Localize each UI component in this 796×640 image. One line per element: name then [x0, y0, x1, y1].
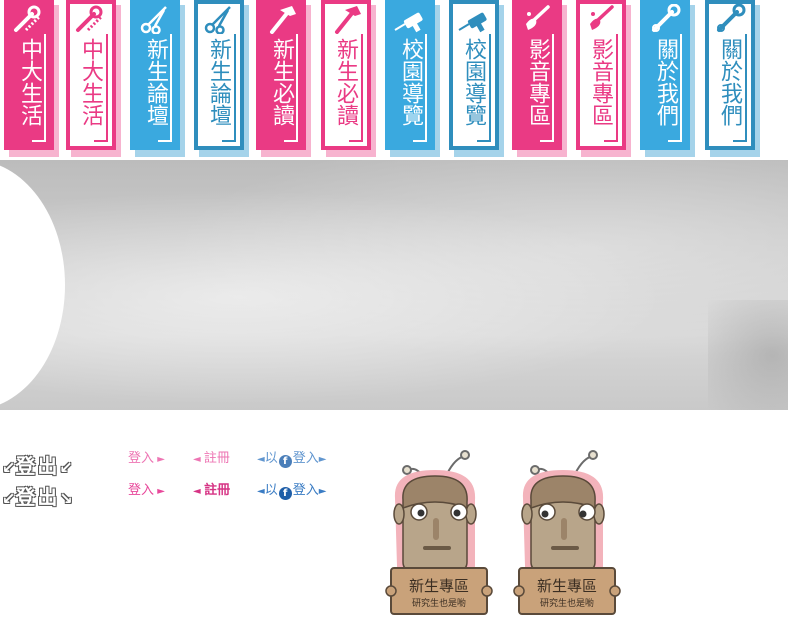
nav-tab-label: 影音專區	[525, 38, 550, 126]
banner-white-arc	[0, 160, 65, 410]
hero-banner	[0, 160, 788, 410]
scissors-icon	[204, 6, 231, 34]
scissors-icon	[140, 6, 167, 34]
nav-tab-label: 新生必讀	[333, 38, 358, 126]
nav-tab-label: 新生論壇	[143, 38, 168, 126]
freshman-zone-mascot[interactable]: 新生專區 研究生也是喲	[385, 448, 495, 620]
spanner-icon	[717, 4, 746, 32]
drill-icon	[394, 12, 423, 33]
robot-mascot-image: 新生專區 研究生也是喲	[513, 450, 621, 615]
paintbrush-icon	[526, 5, 550, 30]
facebook-icon: f	[278, 455, 292, 468]
login-link[interactable]: 登入 ►	[128, 447, 165, 466]
logout-button[interactable]: ↙登出↙	[2, 450, 97, 478]
nav-tab-label: 校園導覽	[398, 38, 423, 126]
nav-tab-label: 關於我們	[653, 38, 678, 126]
nav-tab-label: 校園導覽	[461, 38, 486, 126]
hammer-icon	[335, 6, 361, 34]
register-link[interactable]: ◄ 註冊	[193, 447, 230, 466]
nav-tab-label: 新生必讀	[269, 38, 294, 126]
drill-icon	[458, 12, 487, 33]
logout-button-hover[interactable]: ↙登出↘	[2, 481, 97, 509]
facebook-login-link-hover[interactable]: ◄以 f 登入►	[257, 479, 326, 500]
nav-tab-label: 關於我們	[717, 38, 742, 126]
nav-tab-label: 中大生活	[78, 38, 103, 126]
wrench-screw-icon	[76, 5, 104, 32]
nav-tab-label: 新生論壇	[206, 38, 231, 126]
hammer-icon	[270, 6, 296, 34]
sign-subtitle: 研究生也是喲	[540, 597, 594, 609]
spanner-icon	[652, 4, 681, 32]
sign-title: 新生專區	[537, 577, 597, 595]
nav-tab-label: 影音專區	[588, 38, 613, 126]
facebook-login-link[interactable]: ◄以 f 登入►	[257, 447, 326, 468]
register-link-hover[interactable]: ◄ 註冊	[193, 479, 230, 498]
nav-tab-label: 中大生活	[17, 38, 42, 126]
freshman-zone-mascot-hover[interactable]: 新生專區 研究生也是喲	[513, 448, 623, 620]
login-link-hover[interactable]: 登入 ►	[128, 479, 165, 498]
wrench-screw-icon	[14, 5, 42, 32]
sign-title: 新生專區	[409, 577, 469, 595]
sign-subtitle: 研究生也是喲	[412, 597, 466, 609]
robot-mascot-image: 新生專區 研究生也是喲	[385, 450, 493, 615]
facebook-icon: f	[278, 487, 292, 500]
paintbrush-icon	[590, 5, 614, 30]
